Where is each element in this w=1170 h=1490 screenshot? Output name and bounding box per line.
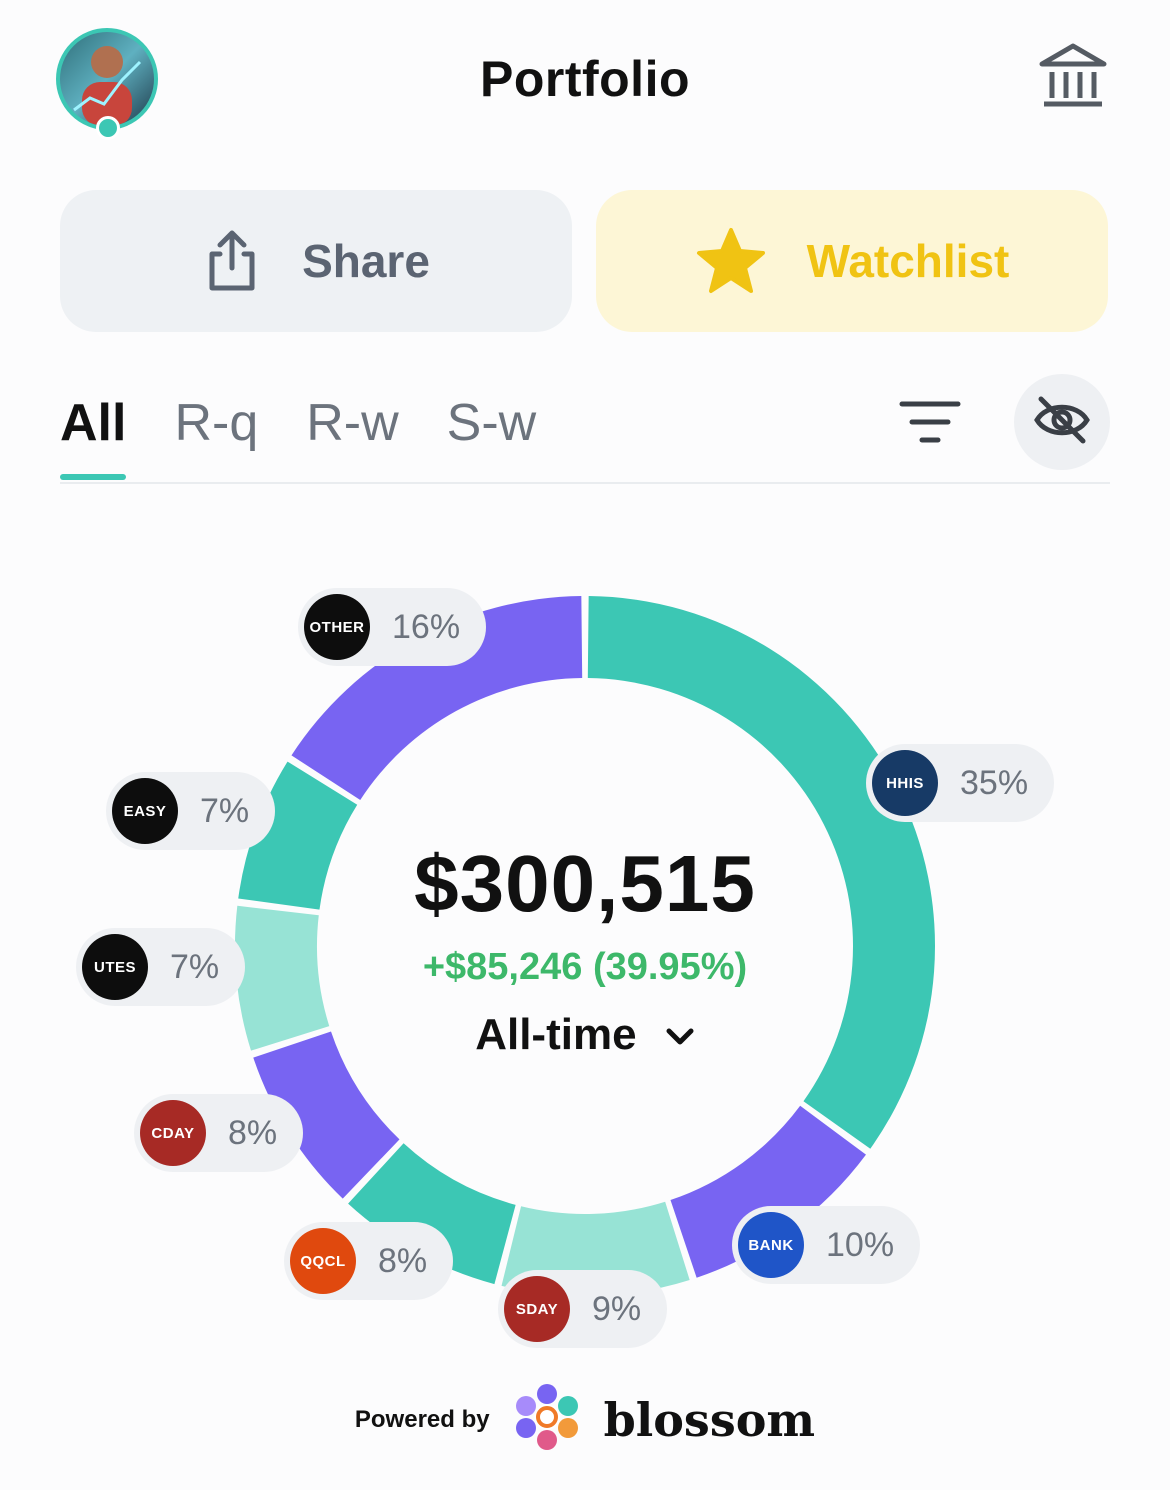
ticker-badge: UTES xyxy=(82,934,148,1000)
ticker-badge: HHIS xyxy=(872,750,938,816)
period-selector[interactable]: All-time xyxy=(0,1010,1170,1060)
holding-pill-utes[interactable]: UTES 7% xyxy=(76,928,246,1006)
ticker-badge: QQCL xyxy=(290,1228,356,1294)
powered-by-footer: Powered by blossom xyxy=(0,1382,1170,1457)
ticker-badge: OTHER xyxy=(304,594,370,660)
portfolio-screen: Portfolio Share Watchlist All R-q R-w S-… xyxy=(0,0,1170,1490)
ticker-badge: CDAY xyxy=(140,1100,206,1166)
holding-pill-hhis[interactable]: HHIS 35% xyxy=(866,744,1055,822)
blossom-wordmark: blossom xyxy=(603,1392,816,1447)
holding-pill-easy[interactable]: EASY 7% xyxy=(106,772,276,850)
holding-pill-bank[interactable]: BANK 10% xyxy=(732,1206,921,1284)
chevron-down-icon xyxy=(666,1028,694,1045)
ticker-badge: SDAY xyxy=(504,1276,570,1342)
holding-pill-sday[interactable]: SDAY 9% xyxy=(498,1270,668,1348)
ticker-badge: BANK xyxy=(738,1212,804,1278)
holding-pill-qqcl[interactable]: QQCL 8% xyxy=(284,1222,454,1300)
holding-percent: 9% xyxy=(592,1289,642,1328)
powered-by-label: Powered by xyxy=(354,1405,490,1433)
holding-percent: 7% xyxy=(170,947,220,986)
holding-pill-other[interactable]: OTHER 16% xyxy=(298,588,487,666)
blossom-logo-icon xyxy=(512,1382,582,1457)
holding-percent: 16% xyxy=(392,607,461,646)
holding-percent: 35% xyxy=(960,763,1029,802)
ticker-badge: EASY xyxy=(112,778,178,844)
period-label: All-time xyxy=(475,1010,637,1059)
holding-percent: 10% xyxy=(826,1225,895,1264)
holding-percent: 7% xyxy=(200,791,250,830)
holding-pill-cday[interactable]: CDAY 8% xyxy=(134,1094,304,1172)
portfolio-total-value: $300,515 xyxy=(414,839,756,928)
holding-percent: 8% xyxy=(228,1113,278,1152)
holding-percent: 8% xyxy=(378,1241,428,1280)
